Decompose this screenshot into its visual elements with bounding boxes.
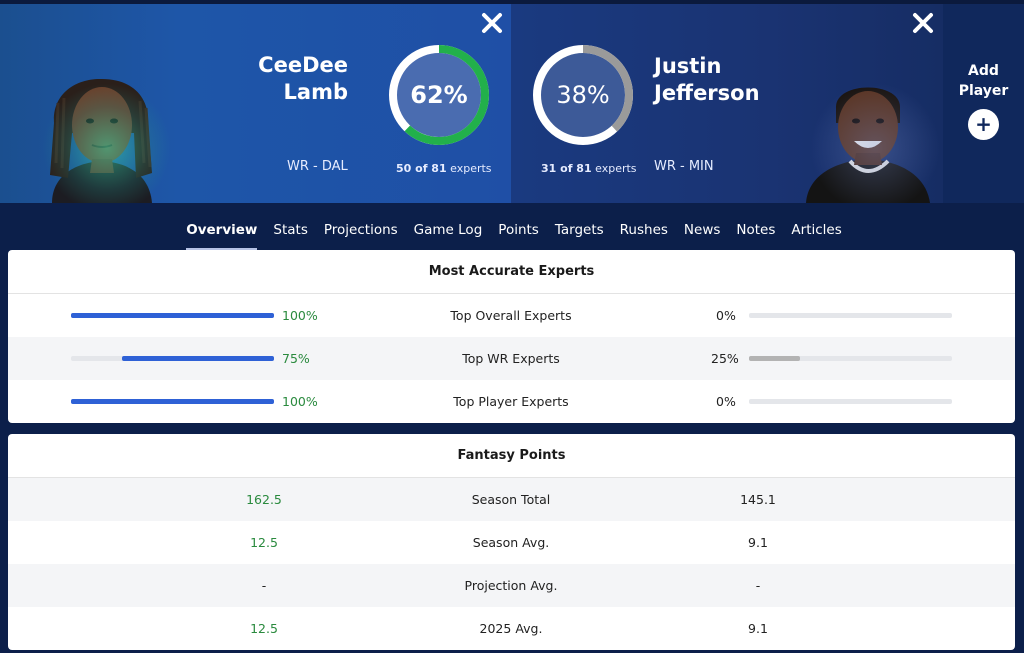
left-value: 162.5 — [246, 492, 282, 507]
player-last-name: Lamb — [283, 80, 348, 104]
tab-news[interactable]: News — [676, 203, 728, 248]
right-value: 9.1 — [748, 535, 768, 550]
right-value: 25% — [711, 351, 739, 366]
table-row: - Projection Avg. - — [8, 564, 1015, 607]
expert-percent-ring-left: 62% — [387, 43, 491, 147]
left-bar — [71, 399, 274, 404]
close-icon — [482, 13, 502, 33]
tab-projections[interactable]: Projections — [316, 203, 406, 248]
row-label: Top WR Experts — [462, 351, 560, 366]
left-value: 12.5 — [250, 621, 278, 636]
plus-icon[interactable]: + — [968, 109, 999, 140]
expert-percent-right: 38% — [556, 81, 610, 109]
table-row: 100% Top Player Experts 0% — [8, 380, 1015, 423]
close-icon — [913, 13, 933, 33]
left-bar-fill — [71, 313, 274, 318]
tab-overview[interactable]: Overview — [178, 203, 265, 250]
player-name-left[interactable]: CeeDee Lamb — [228, 52, 348, 106]
right-value: 9.1 — [748, 621, 768, 636]
remove-player-right-button[interactable] — [912, 12, 934, 34]
remove-player-left-button[interactable] — [481, 12, 503, 34]
tab-stats[interactable]: Stats — [265, 203, 315, 248]
right-bar — [749, 356, 952, 361]
add-player-label[interactable]: Add Player — [943, 61, 1024, 101]
tab-rushes[interactable]: Rushes — [612, 203, 676, 248]
tab-targets[interactable]: Targets — [547, 203, 612, 248]
player-first-name: CeeDee — [258, 53, 348, 77]
table-row: 75% Top WR Experts 25% — [8, 337, 1015, 380]
tab-articles[interactable]: Articles — [783, 203, 849, 248]
comparison-header: CeeDee Lamb Justin Jefferson WR - DAL WR… — [0, 0, 1024, 203]
row-label: Top Player Experts — [453, 394, 569, 409]
row-label: Projection Avg. — [464, 578, 558, 593]
tab-game-log[interactable]: Game Log — [406, 203, 491, 248]
fantasy-points-card: Fantasy Points 162.5 Season Total 145.1 … — [8, 434, 1015, 650]
tab-notes[interactable]: Notes — [728, 203, 783, 248]
right-bar-fill — [749, 356, 800, 361]
expert-percent-left: 62% — [410, 81, 468, 109]
right-value: - — [755, 578, 761, 593]
player-photo-right — [800, 63, 940, 203]
add-player-panel[interactable] — [943, 0, 1024, 203]
right-bar — [749, 313, 952, 318]
experts-count-left: 50 of 81 experts — [396, 162, 492, 175]
row-label: Season Avg. — [472, 535, 550, 550]
left-value: 12.5 — [250, 535, 278, 550]
right-bar — [749, 399, 952, 404]
left-value: 75% — [282, 351, 310, 366]
most-accurate-experts-card: Most Accurate Experts 100% Top Overall E… — [8, 250, 1015, 423]
left-bar — [71, 313, 274, 318]
left-bar-fill — [71, 399, 274, 404]
player-photo-left — [32, 63, 172, 203]
table-row: 162.5 Season Total 145.1 — [8, 478, 1015, 521]
tab-bar: Overview Stats Projections Game Log Poin… — [0, 203, 1024, 250]
player-position-left: WR - DAL — [287, 159, 348, 174]
left-value: 100% — [282, 394, 318, 409]
left-bar-fill — [121, 356, 274, 361]
row-label: Top Overall Experts — [450, 308, 572, 323]
right-value: 0% — [716, 308, 736, 323]
player-name-right[interactable]: Justin Jefferson — [654, 53, 814, 107]
expert-percent-ring-right: 38% — [531, 43, 635, 147]
player-last-name: Jefferson — [654, 81, 760, 105]
player-position-right: WR - MIN — [654, 159, 714, 174]
row-label: 2025 Avg. — [479, 621, 543, 636]
table-row: 12.5 2025 Avg. 9.1 — [8, 607, 1015, 650]
table-row: 12.5 Season Avg. 9.1 — [8, 521, 1015, 564]
card-title: Fantasy Points — [8, 434, 1015, 478]
experts-count-right: 31 of 81 experts — [541, 162, 637, 175]
left-bar — [71, 356, 274, 361]
left-value: - — [261, 578, 267, 593]
right-value: 145.1 — [740, 492, 776, 507]
left-value: 100% — [282, 308, 318, 323]
tab-points[interactable]: Points — [490, 203, 547, 248]
player-first-name: Justin — [654, 54, 722, 78]
right-value: 0% — [716, 394, 736, 409]
card-title: Most Accurate Experts — [8, 250, 1015, 294]
table-row: 100% Top Overall Experts 0% — [8, 294, 1015, 337]
row-label: Season Total — [471, 492, 551, 507]
